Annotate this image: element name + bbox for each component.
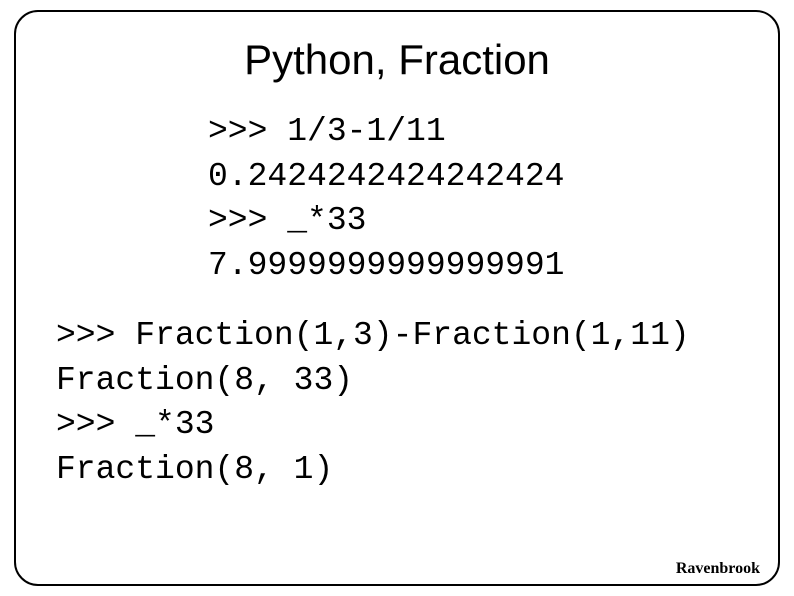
code-line: 7.9999999999999991 [208,247,564,284]
code-line: >>> _*33 [56,406,214,443]
code-line: >>> _*33 [208,202,366,239]
slide-title: Python, Fraction [46,36,748,84]
footer-brand: Ravenbrook [676,560,760,578]
code-line: >>> Fraction(1,3)-Fraction(1,11) [56,317,690,354]
code-line: Fraction(8, 33) [56,362,353,399]
code-line: Fraction(8, 1) [56,451,333,488]
code-line: >>> 1/3-1/11 [208,113,446,150]
code-block-fraction: >>> Fraction(1,3)-Fraction(1,11) Fractio… [56,314,748,492]
code-block-float: >>> 1/3-1/11 0.2424242424242424 >>> _*33… [208,110,748,288]
code-line: 0.2424242424242424 [208,158,564,195]
slide-frame: Python, Fraction >>> 1/3-1/11 0.24242424… [14,10,780,586]
